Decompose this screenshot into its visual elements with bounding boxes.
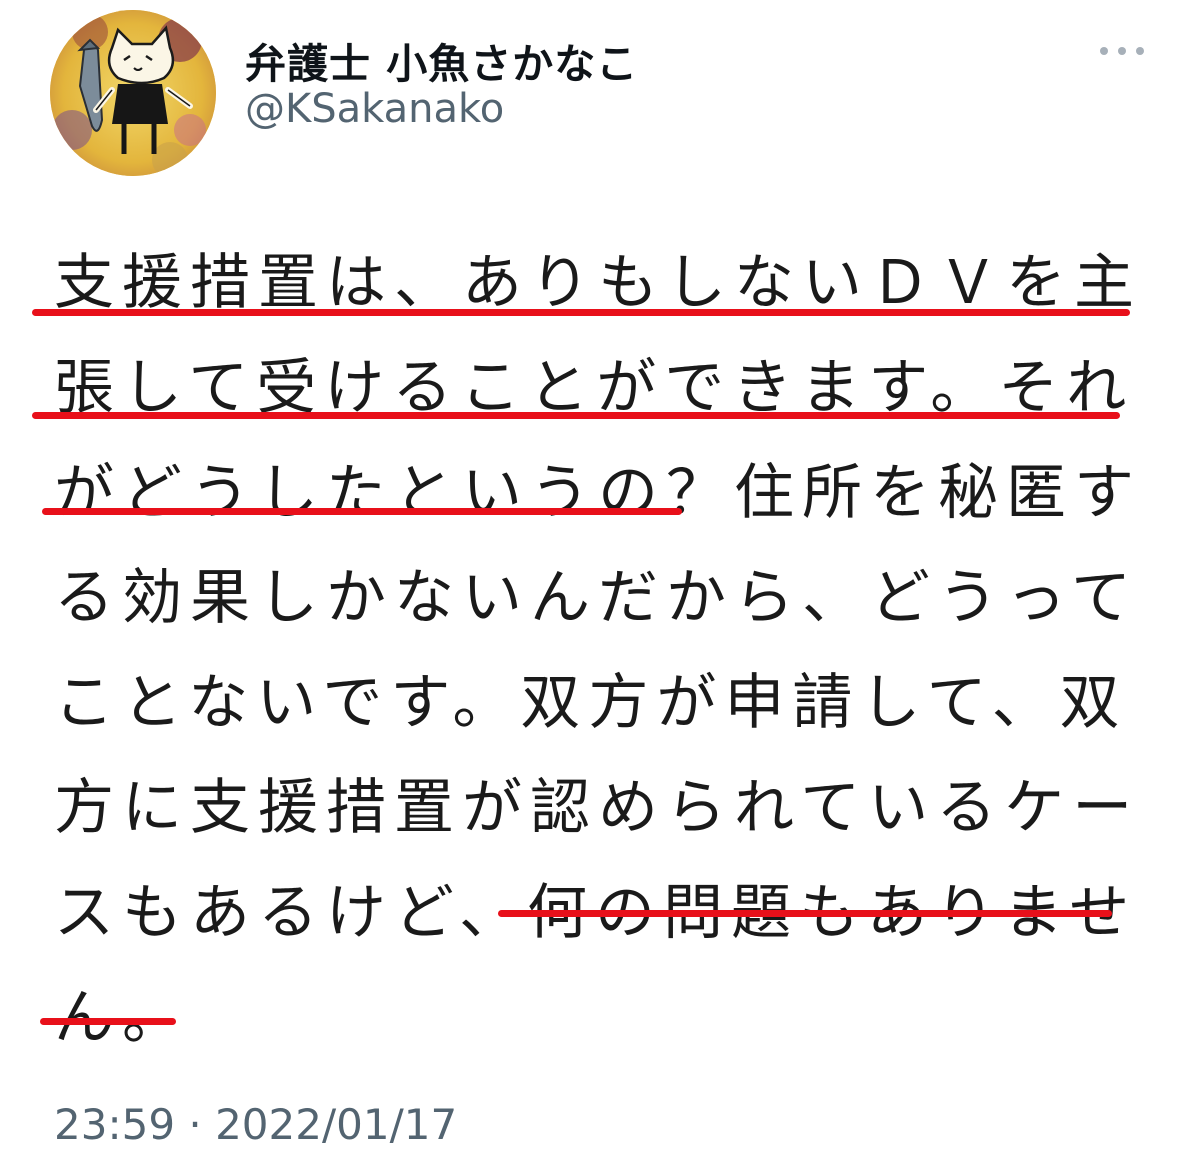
red-underline-annotation (32, 309, 1130, 316)
tweet-timestamp[interactable]: 23:59 · 2022/01/17 (54, 1100, 457, 1149)
tweet-line: る効果しかないんだから、どうって (54, 563, 1139, 633)
cat-holding-fish-avatar-icon (50, 10, 216, 176)
tweet-line: 支援措置は、ありもしないＤＶを主 (54, 248, 1142, 318)
red-underline-annotation (40, 1018, 176, 1025)
tweet-line: スもあるけど、何の問題もありませ (54, 878, 1138, 948)
tweet-line: ことないです。双方が申請して、双 (54, 668, 1128, 738)
tweet-line: 張して受けることができます。それ (54, 353, 1135, 423)
red-underline-annotation (32, 412, 1120, 419)
red-underline-annotation (42, 508, 682, 515)
red-underline-annotation (498, 910, 1112, 917)
author-handle[interactable]: @KSakanako (245, 86, 504, 132)
author-display-name[interactable]: 弁護士 小魚さかなこ (245, 30, 638, 90)
tweet-line: がどうしたというの？住所を秘匿す (54, 458, 1142, 528)
tweet-text: 支援措置は、ありもしないＤＶを主 張して受けることができます。それ がどうしたと… (54, 238, 1134, 1078)
avatar[interactable] (50, 10, 216, 176)
tweet-line: 方に支援措置が認められているケー (54, 773, 1141, 843)
tweet-line: ん。 (54, 983, 190, 1053)
more-horizontal-icon[interactable] (1096, 38, 1148, 64)
